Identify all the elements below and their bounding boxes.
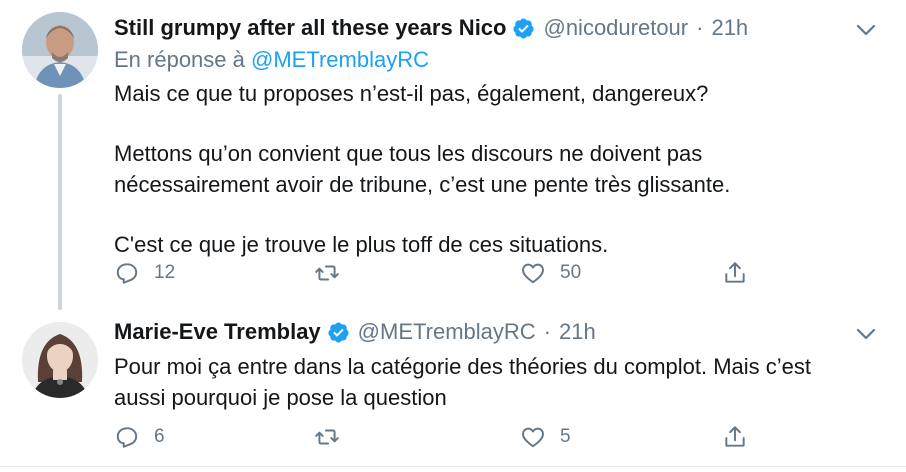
- retweet-icon: [315, 429, 339, 445]
- retweet-button[interactable]: [314, 422, 354, 452]
- retweet-button[interactable]: [314, 258, 354, 288]
- tweet-text: Pour moi ça entre dans la catégorie des …: [114, 351, 874, 413]
- tweet-actions: 12 50: [114, 258, 764, 288]
- reply-button[interactable]: 6: [114, 422, 165, 452]
- separator-dot: ·: [696, 15, 704, 40]
- tweet-line: nécessairement avoir de tribune, c’est u…: [114, 172, 731, 197]
- tweet[interactable]: Marie-Eve Tremblay @METremblayRC · 21h P…: [0, 318, 906, 467]
- tweet-paragraph: Mais ce que tu proposes n’est-il pas, ég…: [114, 81, 709, 106]
- retweet-icon: [315, 265, 339, 281]
- like-button[interactable]: 5: [520, 422, 571, 452]
- display-name[interactable]: Marie-Eve Tremblay: [114, 318, 321, 346]
- share-icon: [725, 426, 745, 447]
- tweet-text: Mais ce que tu proposes n’est-il pas, ég…: [114, 78, 874, 260]
- avatar[interactable]: [22, 12, 98, 88]
- reply-context: En réponse à @METremblayRC: [114, 46, 429, 74]
- thread-connector-line: [58, 94, 62, 310]
- verified-badge-icon: [513, 17, 535, 39]
- timestamp[interactable]: 21h: [711, 14, 748, 42]
- reply-mention-link[interactable]: @METremblayRC: [251, 47, 429, 72]
- reply-prefix: En réponse à: [114, 47, 245, 72]
- share-button[interactable]: [722, 258, 748, 288]
- reply-count: 6: [154, 426, 165, 447]
- tweet-paragraph: Pour moi ça entre dans la catégorie des …: [114, 351, 874, 413]
- tweet[interactable]: Still grumpy after all these years Nico …: [0, 0, 906, 318]
- like-count: 5: [560, 426, 571, 447]
- share-icon: [725, 262, 745, 283]
- reply-button[interactable]: 12: [114, 258, 175, 288]
- separator-dot: ·: [543, 319, 551, 344]
- tweet-paragraph: Mettons qu’on convient que tous les disc…: [114, 138, 874, 200]
- like-count: 50: [560, 262, 582, 283]
- reply-icon: [116, 427, 138, 448]
- avatar[interactable]: [22, 322, 98, 398]
- tweet-line: Pour moi ça entre dans la catégorie des …: [114, 354, 812, 379]
- tweet-line: aussi pourquoi je pose la question: [114, 385, 447, 410]
- chevron-down-icon[interactable]: [856, 23, 876, 37]
- tweet-header: Marie-Eve Tremblay @METremblayRC · 21h: [114, 318, 596, 346]
- chevron-down-icon[interactable]: [856, 327, 876, 341]
- tweet-actions: 6 5: [114, 422, 764, 452]
- display-name[interactable]: Still grumpy after all these years Nico: [114, 14, 506, 42]
- like-icon: [522, 263, 544, 284]
- handle[interactable]: @METremblayRC: [358, 318, 536, 346]
- tweet-line: Mettons qu’on convient que tous les disc…: [114, 141, 703, 166]
- tweet-header: Still grumpy after all these years Nico …: [114, 14, 748, 42]
- handle[interactable]: @nicoduretour: [543, 14, 688, 42]
- like-button[interactable]: 50: [520, 258, 581, 288]
- reply-count: 12: [154, 262, 176, 283]
- tweet-thread: Still grumpy after all these years Nico …: [0, 0, 906, 472]
- verified-badge-icon: [328, 321, 349, 343]
- reply-icon: [116, 263, 138, 284]
- like-icon: [522, 427, 544, 448]
- share-button[interactable]: [722, 422, 748, 452]
- tweet-paragraph: C'est ce que je trouve le plus toff de c…: [114, 232, 609, 257]
- timestamp[interactable]: 21h: [559, 318, 596, 346]
